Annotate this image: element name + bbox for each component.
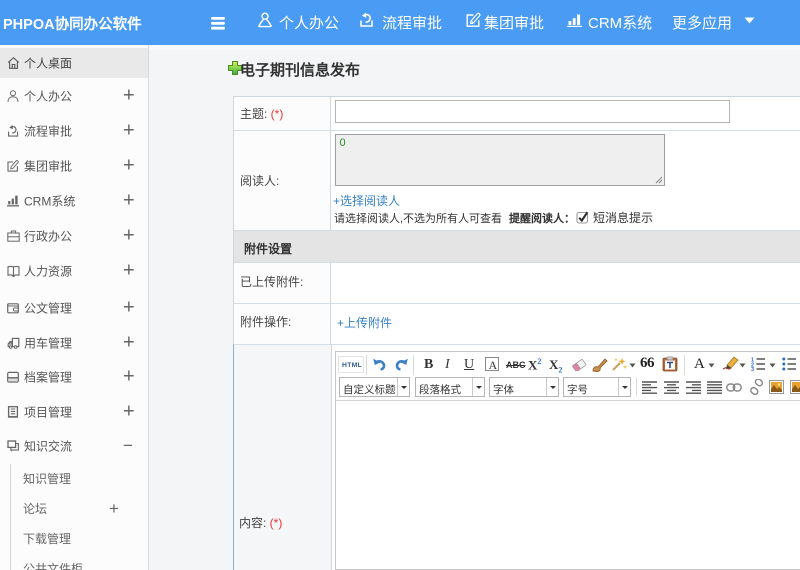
svg-text:3: 3 [751,367,754,371]
